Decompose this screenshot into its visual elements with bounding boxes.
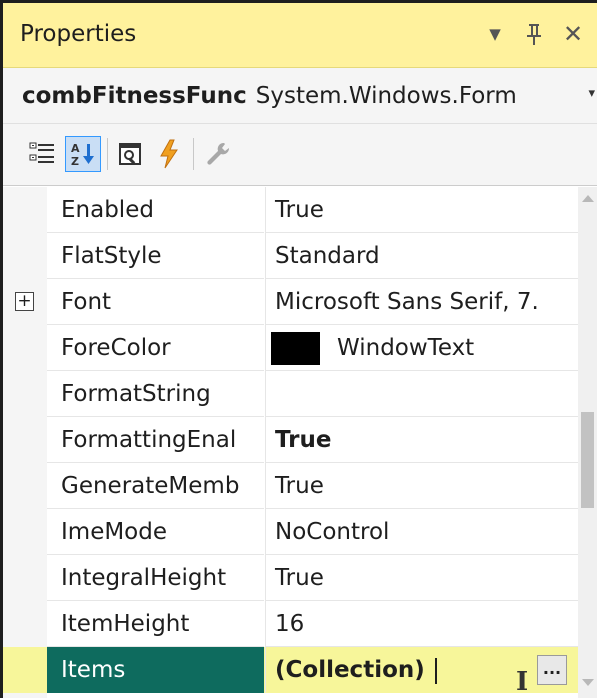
events-icon[interactable] bbox=[151, 136, 187, 172]
property-value: (Collection) bbox=[275, 657, 425, 683]
properties-window: Properties ▼ ✕ combFitnessFunc System.Wi… bbox=[0, 0, 597, 698]
property-name: IntegralHeight bbox=[47, 555, 264, 601]
property-name: Font bbox=[47, 279, 264, 325]
pin-icon[interactable] bbox=[520, 17, 548, 51]
collection-editor-button[interactable]: ... bbox=[537, 655, 567, 685]
property-value[interactable]: True bbox=[265, 417, 578, 463]
text-caret bbox=[435, 658, 437, 684]
property-row-flatstyle[interactable]: FlatStyle Standard bbox=[3, 233, 578, 279]
ibeam-cursor-icon: I bbox=[516, 667, 529, 693]
property-name: ItemHeight bbox=[47, 601, 264, 647]
property-value[interactable] bbox=[265, 371, 578, 417]
svg-text:A: A bbox=[71, 142, 80, 155]
object-selector[interactable]: combFitnessFunc System.Windows.Form ▾ bbox=[3, 68, 597, 124]
property-row-formattingenabled[interactable]: FormattingEnal True bbox=[3, 417, 578, 463]
property-value[interactable]: Microsoft Sans Serif, 7. bbox=[265, 279, 578, 325]
chevron-down-icon[interactable]: ▼ bbox=[481, 17, 509, 51]
property-value[interactable]: NoControl bbox=[265, 509, 578, 555]
alphabetical-icon[interactable]: A Z bbox=[65, 136, 101, 172]
property-name: GenerateMemb bbox=[47, 463, 264, 509]
property-name: FlatStyle bbox=[47, 233, 264, 279]
chevron-down-icon[interactable]: ▾ bbox=[588, 86, 595, 101]
properties-toolbar: A Z bbox=[3, 124, 597, 186]
scrollbar-thumb[interactable] bbox=[581, 412, 594, 508]
property-row-imemode[interactable]: ImeMode NoControl bbox=[3, 509, 578, 555]
property-pages-icon[interactable] bbox=[200, 136, 236, 172]
property-name: FormattingEnal bbox=[47, 417, 264, 463]
toolbar-separator bbox=[193, 138, 194, 170]
properties-icon[interactable] bbox=[113, 136, 149, 172]
property-value-editor[interactable]: (Collection) I ... bbox=[265, 647, 578, 693]
expand-icon[interactable]: + bbox=[15, 292, 34, 311]
property-row-items[interactable]: Items (Collection) I ... bbox=[3, 647, 578, 693]
property-name: ForeColor bbox=[47, 325, 264, 371]
window-title: Properties bbox=[20, 21, 137, 47]
property-value[interactable]: Standard bbox=[265, 233, 578, 279]
property-name: FormatString bbox=[47, 371, 264, 417]
svg-text:Z: Z bbox=[71, 155, 79, 168]
property-grid: Enabled True FlatStyle Standard + Font M… bbox=[3, 187, 578, 698]
property-value[interactable]: True bbox=[265, 555, 578, 601]
property-value[interactable]: True bbox=[265, 463, 578, 509]
property-name: Enabled bbox=[47, 187, 264, 233]
property-row-generatemember[interactable]: GenerateMemb True bbox=[3, 463, 578, 509]
property-name: Items bbox=[47, 647, 264, 693]
property-value[interactable]: WindowText bbox=[265, 325, 578, 371]
vertical-scrollbar[interactable] bbox=[578, 187, 597, 698]
property-value[interactable]: 16 bbox=[265, 601, 578, 647]
scroll-up-icon[interactable] bbox=[582, 195, 594, 202]
scroll-down-icon[interactable] bbox=[582, 679, 594, 686]
selection-highlight bbox=[3, 647, 47, 693]
object-name: combFitnessFunc bbox=[22, 82, 247, 109]
property-row-enabled[interactable]: Enabled True bbox=[3, 187, 578, 233]
toolbar-separator bbox=[107, 138, 108, 170]
property-row-formatstring[interactable]: FormatString bbox=[3, 371, 578, 417]
color-name: WindowText bbox=[337, 335, 475, 361]
property-value[interactable]: True bbox=[265, 187, 578, 233]
property-row-itemheight[interactable]: ItemHeight 16 bbox=[3, 601, 578, 647]
property-name: ImeMode bbox=[47, 509, 264, 555]
property-row-integralheight[interactable]: IntegralHeight True bbox=[3, 555, 578, 601]
title-bar: Properties ▼ ✕ bbox=[3, 3, 597, 68]
close-icon[interactable]: ✕ bbox=[559, 17, 587, 51]
color-swatch bbox=[271, 332, 320, 365]
categorized-icon[interactable] bbox=[25, 136, 61, 172]
object-type: System.Windows.Form bbox=[255, 82, 517, 109]
property-row-font[interactable]: + Font Microsoft Sans Serif, 7. bbox=[3, 279, 578, 325]
property-row-forecolor[interactable]: ForeColor WindowText bbox=[3, 325, 578, 371]
